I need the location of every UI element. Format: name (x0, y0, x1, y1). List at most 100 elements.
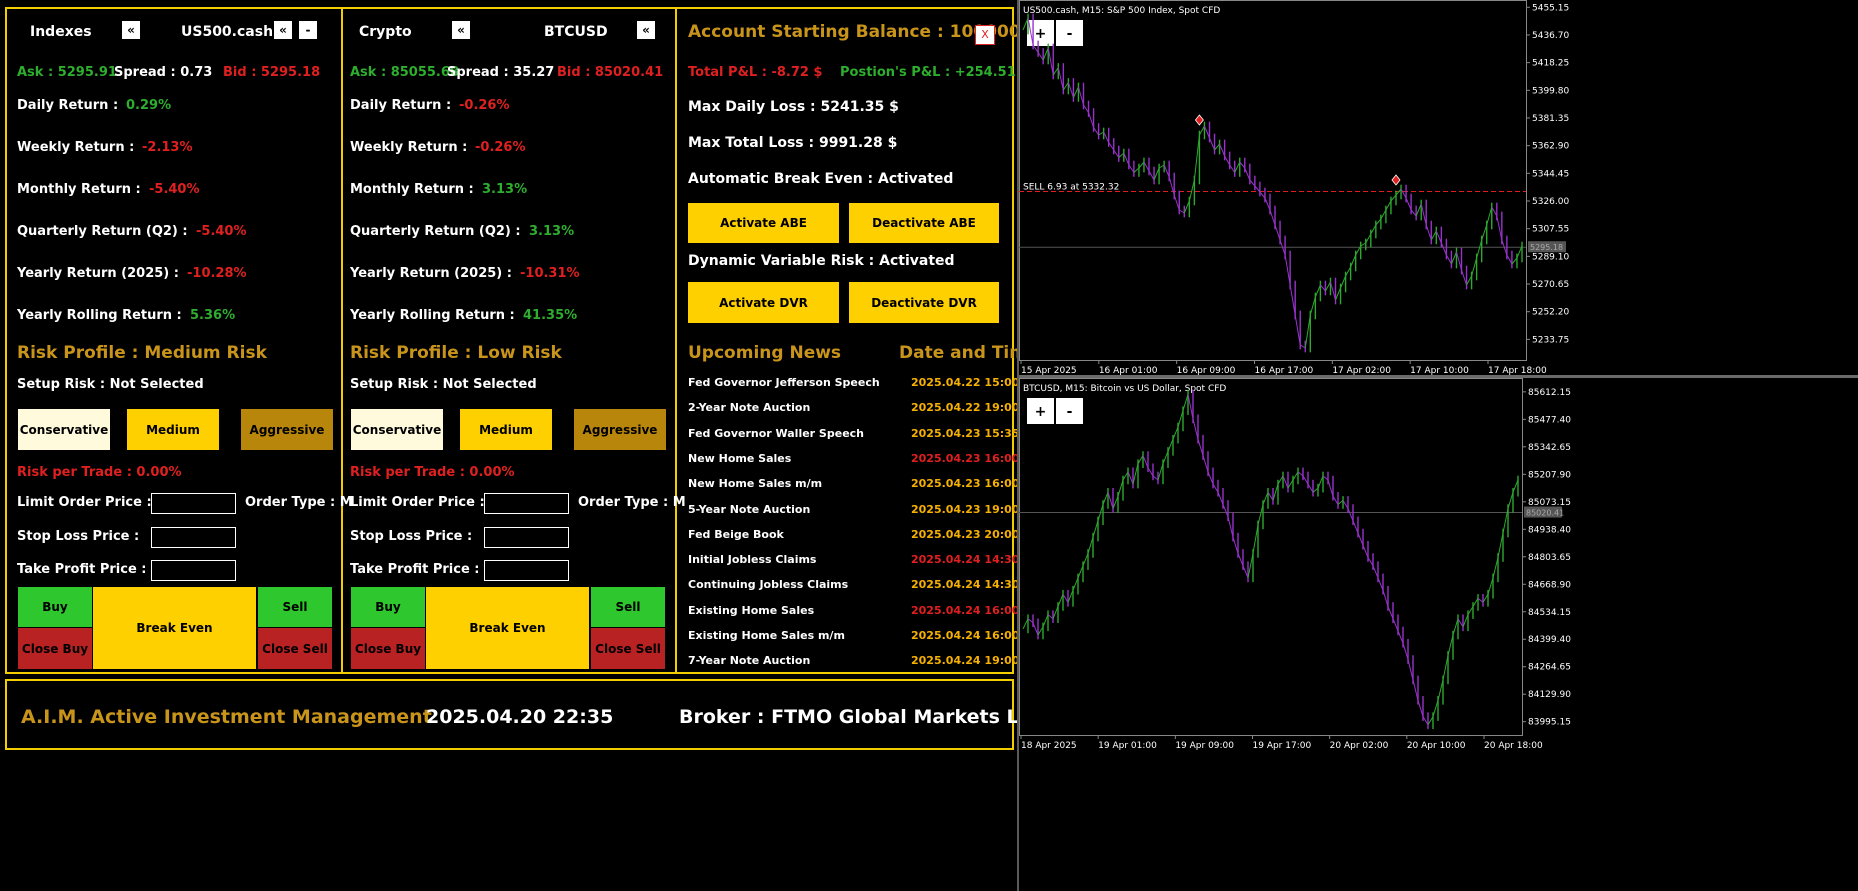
next-symbol-button[interactable]: « (273, 20, 293, 40)
price-segment (1297, 471, 1304, 477)
y-tick-label: 84399.40 (1528, 635, 1571, 645)
price-segment (1128, 164, 1135, 173)
prev-symbol-button[interactable]: « (121, 20, 141, 40)
price-segment (1239, 161, 1246, 169)
risk-profile: Risk Profile : Medium Risk (17, 343, 267, 363)
price-segment (1262, 492, 1269, 505)
price-segment (1357, 532, 1364, 546)
price-segment (1294, 314, 1301, 346)
y-tick-label: 85342.65 (1528, 443, 1571, 453)
bid-price: Bid : 5295.18 (223, 65, 321, 80)
deactivate-abe-button[interactable]: Deactivate ABE (849, 203, 999, 243)
price-segment (1167, 439, 1174, 452)
aggressive-button[interactable]: Aggressive (241, 409, 333, 450)
activate-dvr-button[interactable]: Activate DVR (688, 282, 839, 323)
buy-button[interactable]: Buy (18, 587, 92, 627)
price-segment (1329, 281, 1336, 301)
price-segment (1442, 655, 1449, 681)
price-segment (1327, 479, 1334, 497)
price-segment (1455, 251, 1462, 271)
news-item-time: 2025.04.23 16:00 (911, 477, 1020, 491)
news-item-time: 2025.04.22 19:00 (911, 401, 1020, 415)
break-even-button[interactable]: Break Even (93, 587, 256, 669)
price-segment (1072, 577, 1079, 591)
minimize-button[interactable]: - (298, 20, 318, 40)
close-sell-button[interactable]: Close Sell (258, 628, 332, 669)
price-segment (1232, 536, 1239, 554)
chart-title: US500.cash, M15: S&P 500 Index, Spot CFD (1023, 6, 1220, 16)
deactivate-dvr-button[interactable]: Deactivate DVR (849, 282, 999, 323)
price-segment (1437, 679, 1444, 701)
return-label: Monthly Return : (17, 182, 141, 197)
price-segment (1183, 200, 1190, 214)
position-pnl: Postion's P&L : +254.51 $ (840, 65, 1030, 80)
return-label: Yearly Return (2025) : (17, 266, 179, 281)
brand-name: A.I.M. Active Investment Management (21, 706, 432, 728)
close-button[interactable]: X (975, 25, 995, 45)
y-tick-label: 84264.65 (1528, 663, 1571, 673)
sell-button[interactable]: Sell (258, 587, 332, 627)
news-item-name: Fed Governor Waller Speech (688, 426, 865, 440)
y-tick-label: 85477.40 (1528, 415, 1571, 425)
price-segment (1352, 520, 1359, 534)
return-value: 0.29% (126, 98, 172, 113)
aggressive-button[interactable]: Aggressive (574, 409, 666, 450)
price-segment (1193, 134, 1200, 181)
take-profit-input[interactable] (151, 560, 236, 581)
close-sell-button[interactable]: Close Sell (591, 628, 665, 669)
price-segment (1107, 492, 1114, 509)
close-buy-button[interactable]: Close Buy (18, 628, 92, 669)
price-segment (1237, 553, 1244, 566)
price-segment (1093, 127, 1100, 136)
price-segment (1207, 471, 1214, 485)
order-type: Order Type : M (245, 495, 353, 510)
price-segment (1362, 545, 1369, 558)
price-segment (1077, 565, 1084, 579)
next-symbol-button[interactable]: « (636, 20, 656, 40)
news-item-time: 2025.04.23 19:00 (911, 502, 1020, 516)
return-label: Daily Return : (350, 98, 452, 113)
take-profit-input[interactable] (484, 560, 569, 581)
y-tick-label: 5233.75 (1532, 335, 1569, 345)
price-segment (1405, 197, 1412, 211)
price-segment (1445, 254, 1452, 265)
price-segment (1158, 164, 1165, 169)
news-item-name: Continuing Jobless Claims (688, 578, 849, 592)
limit-order-input[interactable] (151, 493, 236, 514)
price-segment (1496, 215, 1503, 241)
break-even-button[interactable]: Break Even (426, 587, 589, 669)
price-segment (1407, 659, 1414, 681)
close-buy-button[interactable]: Close Buy (351, 628, 425, 669)
btcusd-chart[interactable]: BTCUSD, M15: Bitcoin vs US Dollar, Spot … (1019, 378, 1858, 891)
return-label: Quarterly Return (Q2) : (17, 224, 188, 239)
buy-button[interactable]: Buy (351, 587, 425, 627)
us500-chart[interactable]: US500.cash, M15: S&P 500 Index, Spot CFD… (1019, 0, 1858, 375)
buy-sell-marker (1194, 114, 1204, 126)
stop-loss-input[interactable] (151, 527, 236, 548)
medium-button[interactable]: Medium (460, 409, 552, 450)
price-segment (1234, 161, 1241, 173)
news-item-time: 2025.04.23 20:00 (911, 527, 1020, 541)
divider (675, 8, 677, 673)
stop-loss-input[interactable] (484, 527, 569, 548)
price-segment (1252, 524, 1259, 554)
sell-button[interactable]: Sell (591, 587, 665, 627)
y-tick-label: 5455.15 (1532, 3, 1569, 13)
limit-order-input[interactable] (484, 493, 569, 514)
price-segment (1182, 394, 1189, 411)
conservative-button[interactable]: Conservative (18, 409, 110, 450)
activate-abe-button[interactable]: Activate ABE (688, 203, 839, 243)
return-value: -10.31% (520, 266, 580, 281)
price-segment (1447, 634, 1454, 656)
prev-symbol-button[interactable]: « (451, 20, 471, 40)
return-value: -5.40% (196, 224, 247, 239)
x-tick-label: 16 Apr 09:00 (1177, 366, 1236, 375)
conservative-button[interactable]: Conservative (351, 409, 443, 450)
price-segment (1203, 125, 1210, 139)
price-segment (1365, 233, 1372, 244)
medium-button[interactable]: Medium (127, 409, 219, 450)
price-segment (1027, 618, 1034, 624)
price-segment (1309, 296, 1316, 316)
return-value: -10.28% (187, 266, 247, 281)
setup-risk: Setup Risk : Not Selected (350, 377, 537, 392)
